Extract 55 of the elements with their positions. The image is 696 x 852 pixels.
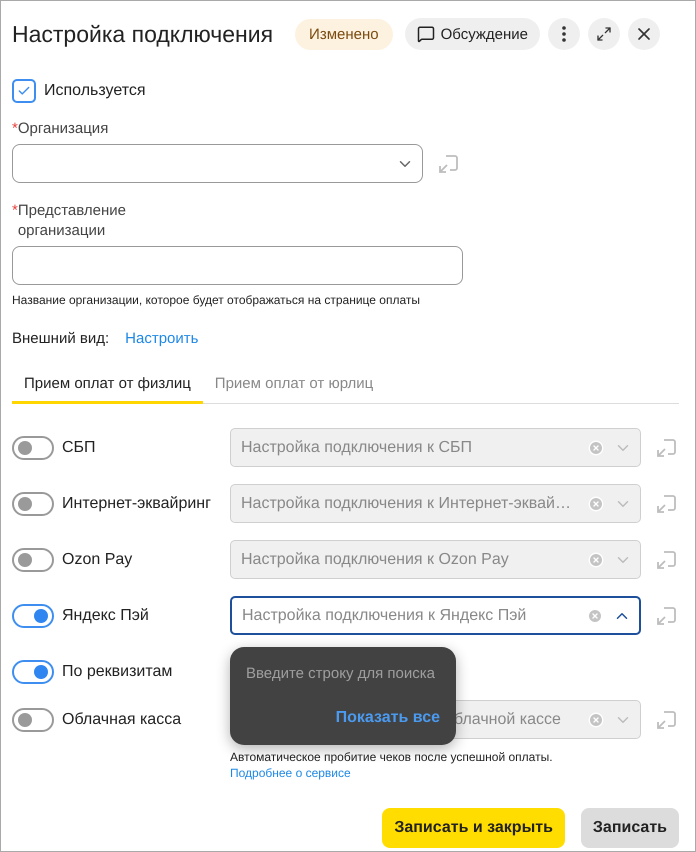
used-checkbox[interactable]: [12, 79, 36, 103]
method-label: По реквизитам: [62, 663, 172, 681]
method-label: СБП: [62, 438, 96, 456]
clear-icon[interactable]: [588, 712, 604, 728]
open-form-icon[interactable]: [655, 708, 677, 730]
used-label: Используется: [44, 82, 146, 100]
expand-button[interactable]: [588, 18, 620, 50]
more-link[interactable]: Подробнее о сервисе: [230, 766, 351, 780]
connection-select[interactable]: Настройка подключения к Интернет-эквай…: [230, 484, 641, 523]
window-title: Настройка подключения: [12, 20, 274, 48]
organization-label: Организация: [18, 119, 108, 139]
more-icon: [562, 26, 566, 42]
organization-select[interactable]: [12, 144, 423, 183]
open-form-icon[interactable]: [437, 152, 459, 174]
tab[interactable]: Прием оплат от физлиц: [12, 369, 203, 404]
open-form-icon[interactable]: [655, 604, 677, 626]
toggle-switch[interactable]: [12, 604, 54, 628]
status-badge: Изменено: [295, 18, 393, 50]
toggle-switch[interactable]: [12, 492, 54, 516]
open-form-icon[interactable]: [655, 548, 677, 570]
save-close-button[interactable]: Записать и закрыть: [382, 808, 565, 848]
clear-icon[interactable]: [588, 552, 604, 568]
method-label: Облачная касса: [62, 710, 182, 728]
toggle-switch[interactable]: [12, 660, 54, 684]
open-form-icon[interactable]: [655, 436, 677, 458]
method-label: Интернет-эквайринг: [62, 494, 211, 512]
close-button[interactable]: [628, 18, 660, 50]
expand-icon: [596, 26, 612, 42]
show-all-link[interactable]: Показать все: [336, 709, 440, 727]
service-note: Автоматическое пробитие чеков после успешной оплаты. Подробнее о сервисе: [230, 749, 554, 781]
presentation-input[interactable]: [12, 246, 463, 285]
connection-select[interactable]: Настройка подключения к Яндекс Пэй: [230, 596, 641, 635]
method-label: Ozon Pay: [62, 550, 132, 568]
field-hint: Название организации, которое будет отображаться на странице оплаты: [12, 293, 421, 307]
clear-icon[interactable]: [588, 496, 604, 512]
configure-link[interactable]: Настроить: [125, 330, 198, 347]
chat-icon: [416, 25, 435, 43]
open-form-icon[interactable]: [655, 492, 677, 514]
presentation-label: Представление организации: [18, 201, 128, 241]
connection-select[interactable]: Настройка подключения к СБП: [230, 428, 641, 467]
method-label: Яндекс Пэй: [62, 606, 149, 624]
appearance-label: Внешний вид:: [12, 330, 110, 347]
connection-select[interactable]: Настройка подключения к Ozon Pay: [230, 540, 641, 579]
toggle-switch[interactable]: [12, 548, 54, 572]
search-field[interactable]: Введите строку для поиска: [246, 665, 440, 682]
more-button[interactable]: [548, 18, 580, 50]
tab[interactable]: Прием оплат от юрлиц: [202, 369, 386, 404]
clear-icon[interactable]: [587, 608, 603, 624]
save-button[interactable]: Записать: [580, 808, 679, 848]
toggle-switch[interactable]: [12, 708, 54, 732]
required-mark: *: [12, 201, 18, 221]
clear-icon[interactable]: [588, 440, 604, 456]
required-mark: *: [12, 119, 18, 139]
discussion-button[interactable]: Обсуждение: [404, 18, 540, 50]
toggle-switch[interactable]: [12, 436, 54, 460]
